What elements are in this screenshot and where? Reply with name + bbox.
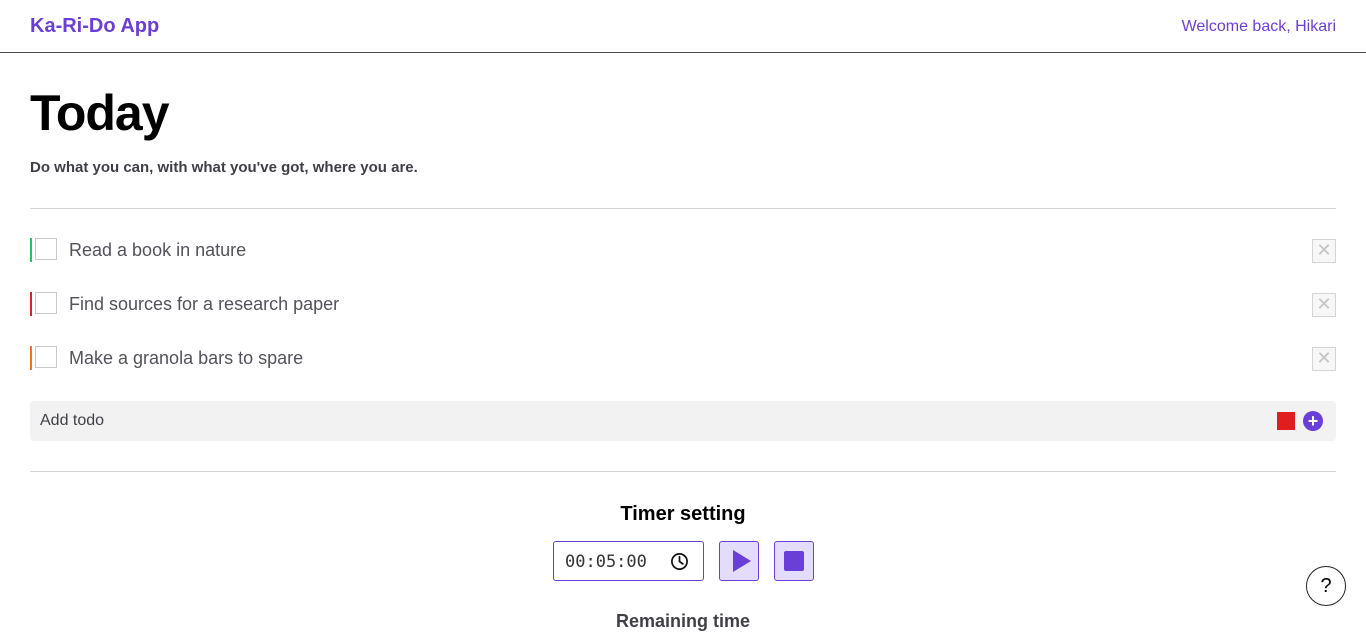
close-icon: ✕ [1316,348,1332,368]
delete-todo-button[interactable]: ✕ [1312,347,1336,371]
todo-checkbox[interactable] [35,346,57,368]
app-title[interactable]: Ka-Ri-Do App [30,15,159,38]
todo-color-bar [30,292,32,316]
todo-text: Find sources for a research paper [69,294,340,314]
page-subtitle: Do what you can, with what you've got, w… [30,159,418,176]
clock-icon[interactable] [670,552,689,571]
todo-text: Read a book in nature [69,240,247,260]
page-title: Today [30,85,170,141]
todo-checkbox[interactable] [35,292,57,314]
close-icon: ✕ [1316,294,1332,314]
todo-color-bar [30,238,32,262]
todo-checkbox[interactable] [35,238,57,260]
timer-input[interactable]: 00:05:00 [553,541,704,581]
divider [30,471,1336,472]
help-button[interactable]: ? [1306,566,1346,606]
app-header: Ka-Ri-Do App Welcome back, Hikari [0,0,1366,53]
delete-todo-button[interactable]: ✕ [1312,239,1336,263]
timer-title: Timer setting [620,503,746,525]
stop-timer-button[interactable] [774,541,814,581]
stop-icon [784,551,804,571]
todo-color-picker[interactable] [1277,412,1295,430]
timer-value: 00:05:00 [565,552,647,572]
question-icon: ? [1320,575,1332,597]
todo-item: Find sources for a research paper ✕ [30,286,1336,322]
delete-todo-button[interactable]: ✕ [1312,293,1336,317]
todo-color-bar [30,346,32,370]
close-icon: ✕ [1316,240,1332,260]
add-todo-input[interactable] [40,401,1240,441]
todo-list: Read a book in nature ✕ Find sources for… [30,232,1336,394]
remaining-time-label: Remaining time [615,611,751,631]
add-todo-button[interactable]: + [1303,411,1323,431]
todo-item: Make a granola bars to spare ✕ [30,340,1336,376]
add-todo-bar: + [30,401,1336,441]
divider [30,208,1336,209]
start-timer-button[interactable] [719,541,759,581]
welcome-message: Welcome back, Hikari [1181,18,1336,35]
play-icon [733,550,751,572]
todo-text: Make a granola bars to spare [69,348,304,368]
plus-circle-icon: + [1307,411,1319,431]
todo-item: Read a book in nature ✕ [30,232,1336,268]
